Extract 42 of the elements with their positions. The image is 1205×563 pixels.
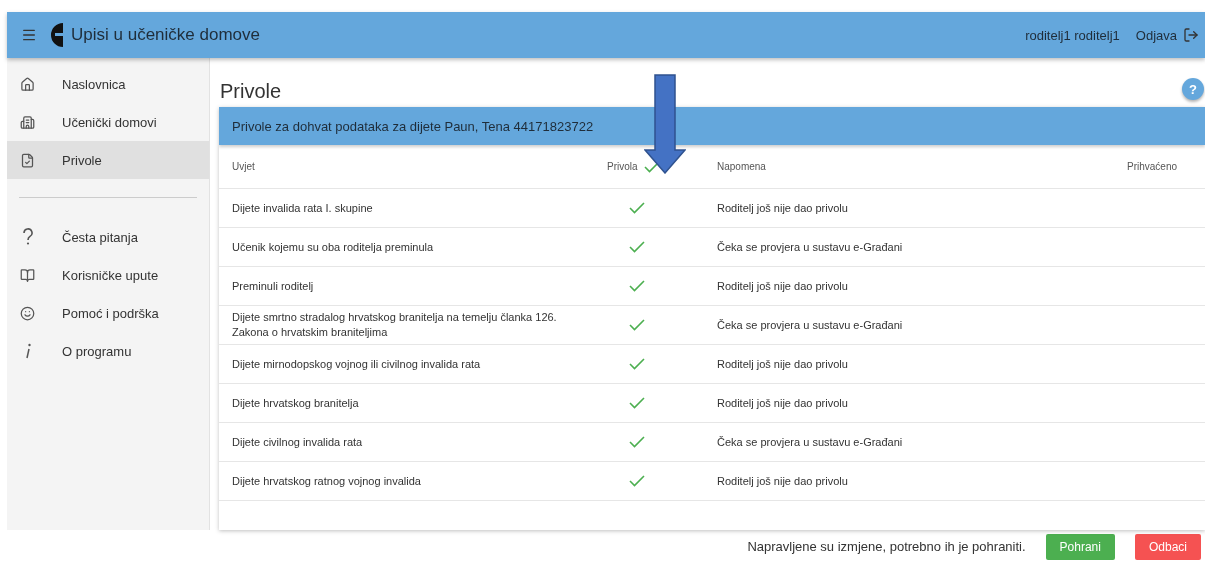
note-text: Roditelj još nije dao privolu bbox=[717, 200, 848, 216]
smiley-icon bbox=[20, 305, 35, 321]
sidebar-item[interactable]: Česta pitanja bbox=[7, 218, 209, 256]
unsaved-changes-message: Napravljene su izmjene, potrebno ih je pohraniti. bbox=[747, 539, 1026, 554]
info-icon bbox=[23, 343, 32, 359]
condition-text: Dijete hrvatskog ratnog vojnog invalida bbox=[232, 473, 421, 489]
logout-button[interactable]: Odjava bbox=[1135, 27, 1199, 43]
note-text: Roditelj još nije dao privolu bbox=[717, 473, 848, 489]
note-text: Roditelj još nije dao privolu bbox=[717, 278, 848, 294]
sidebar-item[interactable]: Naslovnica bbox=[7, 65, 209, 103]
note-text: Roditelj još nije dao privolu bbox=[717, 395, 848, 411]
menu-icon[interactable] bbox=[21, 27, 37, 43]
condition-text: Dijete mirnodopskog vojnog ili civilnog invalida rata bbox=[232, 356, 481, 372]
note-text: Čeka se provjera u sustavu e-Građani bbox=[717, 317, 903, 333]
column-header: Prihvaćeno bbox=[1126, 161, 1177, 172]
book-icon bbox=[20, 267, 35, 283]
note-text: Čeka se provjera u sustavu e-Građani bbox=[717, 239, 903, 255]
home-icon bbox=[20, 76, 35, 92]
document-check-icon bbox=[20, 152, 35, 168]
question-mark-icon bbox=[20, 228, 35, 246]
sidebar-item[interactable]: Učenički domovi bbox=[7, 103, 209, 141]
user-name: roditelj1 roditelj1 bbox=[1025, 27, 1120, 43]
condition-text: Dijete smrtno stradalog hrvatskog branitelja na temelju članka 126. Zakona o hrvatskim braniteljima bbox=[232, 310, 558, 340]
note-text: Čeka se provjera u sustavu e-Građani bbox=[717, 434, 903, 450]
note-text: Roditelj još nije dao privolu bbox=[717, 356, 848, 372]
column-header: Uvjet bbox=[232, 161, 255, 172]
column-header: Napomena bbox=[717, 161, 766, 172]
condition-text: Preminuli roditelj bbox=[232, 278, 314, 294]
logout-icon bbox=[1183, 27, 1199, 43]
condition-text: Dijete civilnog invalida rata bbox=[232, 434, 363, 450]
app-title: Upisi u učeničke domove bbox=[71, 25, 261, 45]
card-title: Privole za dohvat podataka za dijete Paun, Tena 44171823722 bbox=[219, 107, 1205, 145]
page-title: Privole bbox=[220, 80, 282, 103]
sidebar-item[interactable]: Korisničke upute bbox=[7, 256, 209, 294]
sidebar-item[interactable]: Privole bbox=[7, 141, 209, 179]
condition-text: Dijete invalida rata I. skupine bbox=[232, 200, 373, 216]
condition-text: Dijete hrvatskog branitelja bbox=[232, 395, 359, 411]
building-icon bbox=[20, 114, 35, 130]
condition-text: Učenik kojemu su oba roditelja preminula bbox=[232, 239, 434, 255]
sidebar-item[interactable]: Pomoć i podrška bbox=[7, 294, 209, 332]
sidebar-item[interactable]: O programu bbox=[7, 332, 209, 370]
column-header: Privola bbox=[607, 161, 638, 172]
